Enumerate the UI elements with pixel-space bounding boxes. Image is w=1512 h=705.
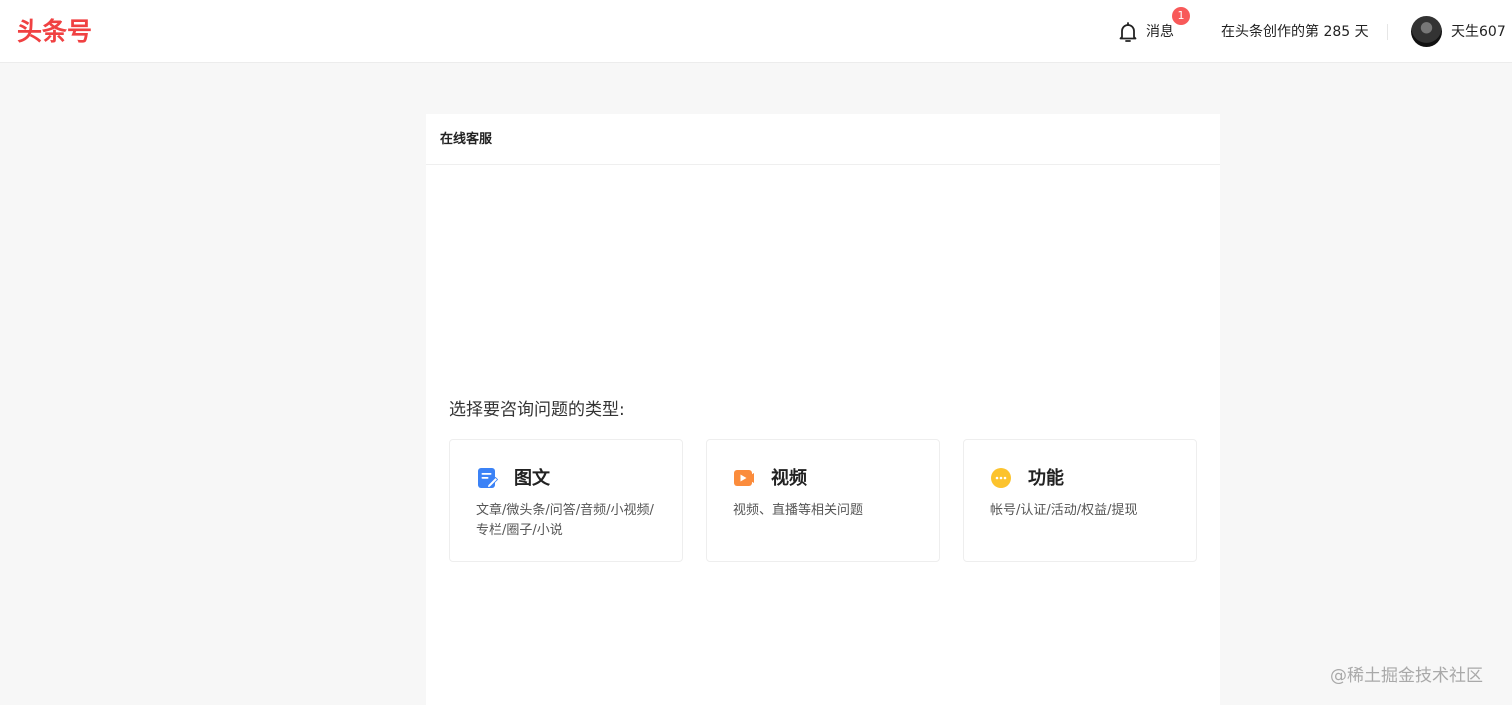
notifications-link[interactable]: 消息: [1146, 22, 1174, 42]
card-feature-title: 功能: [1028, 468, 1064, 489]
card-feature-desc: 帐号/认证/活动/权益/提现: [990, 503, 1138, 518]
video-icon: [734, 470, 754, 486]
bell-icon[interactable]: [1116, 20, 1140, 44]
card-video-desc: 视频、直播等相关问题: [733, 503, 864, 518]
card-video-title: 视频: [771, 468, 807, 489]
toutiao-logo[interactable]: 头条号: [17, 15, 92, 49]
card-video[interactable]: 视频 视频、直播等相关问题: [706, 439, 940, 562]
creation-days-text: 在头条创作的第 285 天: [1221, 24, 1369, 40]
watermark: @稀土掘金技术社区: [1330, 666, 1483, 686]
card-article-title: 图文: [514, 468, 550, 489]
username[interactable]: 天生607: [1451, 22, 1506, 42]
notification-count-badge: 1: [1172, 7, 1190, 25]
more-icon: [991, 468, 1011, 488]
question-type-prompt: 选择要咨询问题的类型:: [449, 400, 625, 420]
card-article[interactable]: 图文 文章/微头条/问答/音频/小视频/专栏/圈子/小说: [449, 439, 683, 562]
customer-service-panel: 在线客服 选择要咨询问题的类型: 图文 文章/微头条/问答/音频/小视频/专栏/…: [426, 114, 1220, 705]
panel-header: 在线客服: [426, 114, 1220, 165]
panel-title: 在线客服: [440, 132, 493, 147]
top-bar: 头条号 消息 1 在头条创作的第 285 天 天生607: [0, 0, 1512, 63]
card-article-desc: 文章/微头条/问答/音频/小视频/专栏/圈子/小说: [476, 503, 654, 538]
header-divider: [1387, 24, 1388, 40]
user-avatar[interactable]: [1411, 16, 1442, 47]
article-icon: [478, 468, 498, 489]
card-feature[interactable]: 功能 帐号/认证/活动/权益/提现: [963, 439, 1197, 562]
